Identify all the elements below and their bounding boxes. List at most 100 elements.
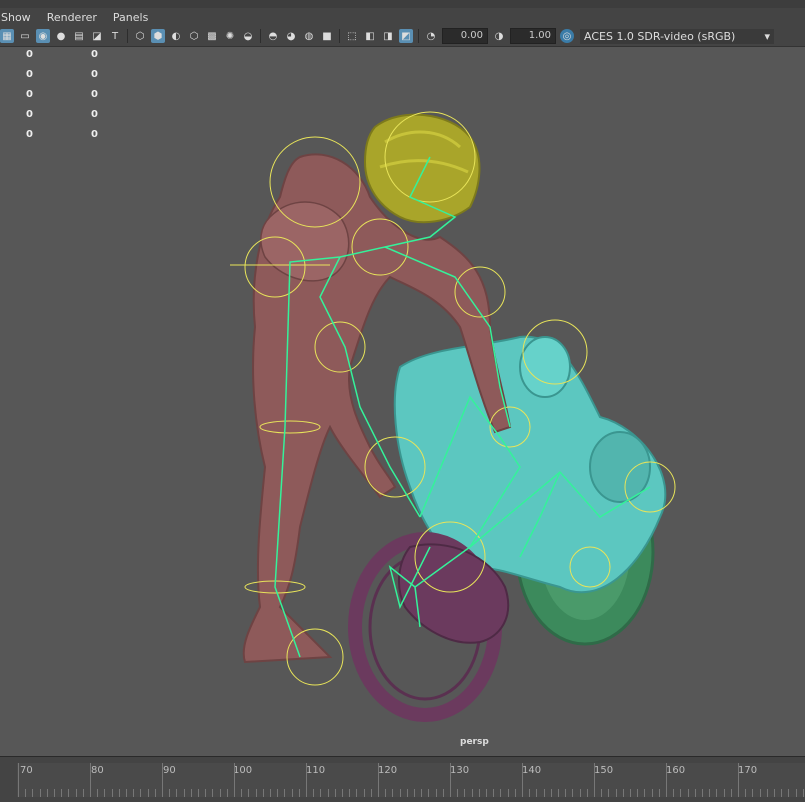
tick-mark <box>579 789 581 797</box>
tick-mark <box>226 789 228 797</box>
tick-mark <box>82 789 84 797</box>
tick-label: 130 <box>450 765 470 776</box>
menu-panels[interactable]: Panels <box>113 11 148 24</box>
tick-mark <box>349 789 351 797</box>
gamma-field[interactable]: 1.00 <box>510 28 556 44</box>
tick-mark <box>622 789 624 797</box>
tick-mark <box>536 789 538 797</box>
xray-icon[interactable]: ◧ <box>363 29 377 43</box>
color-space-dropdown[interactable]: ACES 1.0 SDR-video (sRGB) ▾ <box>580 28 774 44</box>
tick-mark <box>694 789 696 797</box>
tick-mark <box>248 789 250 797</box>
smooth-shade-icon[interactable]: ⬢ <box>151 29 165 43</box>
film-gate-icon[interactable]: ▭ <box>18 29 32 43</box>
tick-mark <box>342 789 343 797</box>
xray-active-icon[interactable]: ◩ <box>399 29 413 43</box>
tick-mark <box>478 789 480 797</box>
tick-mark <box>421 789 423 797</box>
shade-default-icon[interactable]: ◐ <box>169 29 183 43</box>
tick-mark <box>25 789 27 797</box>
tick-mark <box>781 789 783 797</box>
timeline-ruler[interactable]: 70 80 90 100 110 120 130 140 150 160 170 <box>17 763 805 797</box>
tick-mark <box>277 789 279 797</box>
hud-value: 0 <box>26 89 33 100</box>
tick-mark <box>723 789 725 797</box>
tick-mark <box>759 789 761 797</box>
tick-mark <box>133 789 135 797</box>
toolbar-separator <box>418 29 419 43</box>
tick-mark <box>385 789 387 797</box>
tick-mark <box>97 789 99 797</box>
tick-mark <box>126 789 127 797</box>
tick-mark <box>140 789 142 797</box>
tick-mark <box>111 789 113 797</box>
tick-mark <box>162 763 163 797</box>
tick-mark <box>169 789 171 797</box>
wireframe-icon[interactable]: ⬡ <box>133 29 147 43</box>
tick-mark <box>716 789 718 797</box>
tick-mark <box>284 789 286 797</box>
tick-mark <box>594 763 595 797</box>
tick-mark <box>61 789 63 797</box>
tick-mark <box>795 789 797 797</box>
tick-mark <box>457 789 459 797</box>
ambient-occlusion-icon[interactable]: ◓ <box>266 29 280 43</box>
tick-mark <box>680 789 682 797</box>
tick-mark <box>90 763 91 797</box>
3d-viewport[interactable]: 0 0 0 0 0 0 0 0 0 0 persp <box>0 47 805 756</box>
tick-mark <box>745 789 747 797</box>
depth-of-field-icon[interactable]: ■ <box>320 29 334 43</box>
tick-mark <box>558 789 559 797</box>
scene-render <box>230 111 676 722</box>
time-slider[interactable]: 70 80 90 100 110 120 130 140 150 160 170 <box>0 756 805 802</box>
gamma-icon[interactable]: ◑ <box>492 29 506 43</box>
tick-mark <box>615 789 617 797</box>
menu-renderer[interactable]: Renderer <box>47 11 97 24</box>
safe-action-icon[interactable]: ◪ <box>90 29 104 43</box>
tick-mark <box>241 789 243 797</box>
tick-mark <box>298 789 300 797</box>
hud-value: 0 <box>91 49 98 60</box>
tick-mark <box>313 789 315 797</box>
anti-aliasing-icon[interactable]: ◍ <box>302 29 316 43</box>
toolbar-separator <box>127 29 128 43</box>
tick-mark <box>46 789 48 797</box>
isolate-select-icon[interactable]: ⬚ <box>345 29 359 43</box>
camera-name: persp <box>460 737 489 747</box>
resolution-gate-icon[interactable]: ◉ <box>36 29 50 43</box>
tick-mark <box>399 789 401 797</box>
tick-mark <box>450 763 451 797</box>
textured-icon[interactable]: ▩ <box>205 29 219 43</box>
lights-icon[interactable]: ✺ <box>223 29 237 43</box>
tick-mark <box>774 789 775 797</box>
tick-mark <box>637 789 639 797</box>
exposure-icon[interactable]: ◔ <box>424 29 438 43</box>
tick-mark <box>370 789 372 797</box>
tick-mark <box>32 789 34 797</box>
color-space-label: ACES 1.0 SDR-video (sRGB) <box>584 29 736 43</box>
menu-show[interactable]: Show <box>1 11 31 24</box>
color-management-icon[interactable]: ◎ <box>560 29 574 43</box>
tick-mark <box>356 789 358 797</box>
tick-mark <box>68 789 70 797</box>
shadows-icon[interactable]: ◒ <box>241 29 255 43</box>
exposure-field[interactable]: 0.00 <box>442 28 488 44</box>
gate-mask-icon[interactable]: ● <box>54 29 68 43</box>
tick-mark <box>514 789 516 797</box>
motion-blur-icon[interactable]: ◕ <box>284 29 298 43</box>
xray-joints-icon[interactable]: ◨ <box>381 29 395 43</box>
tick-mark <box>601 789 603 797</box>
toolbar-separator <box>339 29 340 43</box>
tick-mark <box>190 789 192 797</box>
field-chart-icon[interactable]: ▤ <box>72 29 86 43</box>
tick-mark <box>392 789 394 797</box>
tick-mark <box>658 789 660 797</box>
tick-mark <box>493 789 495 797</box>
wireframe-on-shaded-icon[interactable]: ⬡ <box>187 29 201 43</box>
tick-mark <box>802 789 804 797</box>
safe-title-icon[interactable]: T <box>108 29 122 43</box>
tick-mark <box>522 763 523 797</box>
grid-toggle-icon[interactable]: ▦ <box>0 29 14 43</box>
tick-mark <box>550 789 552 797</box>
tick-mark <box>176 789 178 797</box>
